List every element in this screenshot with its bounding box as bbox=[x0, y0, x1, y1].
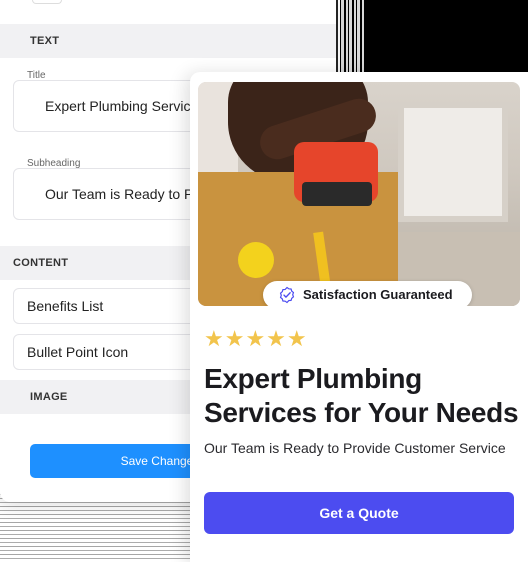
preview-card: Satisfaction Guaranteed ★★★★★ Expert Plu… bbox=[190, 72, 528, 562]
panel-handle bbox=[32, 0, 62, 4]
get-a-quote-button[interactable]: Get a Quote bbox=[204, 492, 514, 534]
verified-check-icon bbox=[279, 286, 295, 304]
preview-subtext: Our Team is Ready to Provide Customer Se… bbox=[204, 440, 506, 456]
badge-label: Satisfaction Guaranteed bbox=[303, 287, 453, 302]
hero-window bbox=[398, 102, 508, 222]
satisfaction-badge: Satisfaction Guaranteed bbox=[263, 281, 472, 306]
hero-tape-measure bbox=[238, 242, 274, 278]
rating-stars-icon: ★★★★★ bbox=[204, 326, 308, 351]
preview-headline: Expert Plumbing Services for Your Needs bbox=[204, 363, 519, 428]
background-noise bbox=[340, 0, 528, 72]
section-header-text[interactable]: TEXT bbox=[0, 24, 336, 58]
background-noise-edge bbox=[336, 0, 364, 80]
hero-image-plumber: Satisfaction Guaranteed bbox=[198, 82, 520, 306]
hero-drill-battery bbox=[302, 182, 372, 206]
